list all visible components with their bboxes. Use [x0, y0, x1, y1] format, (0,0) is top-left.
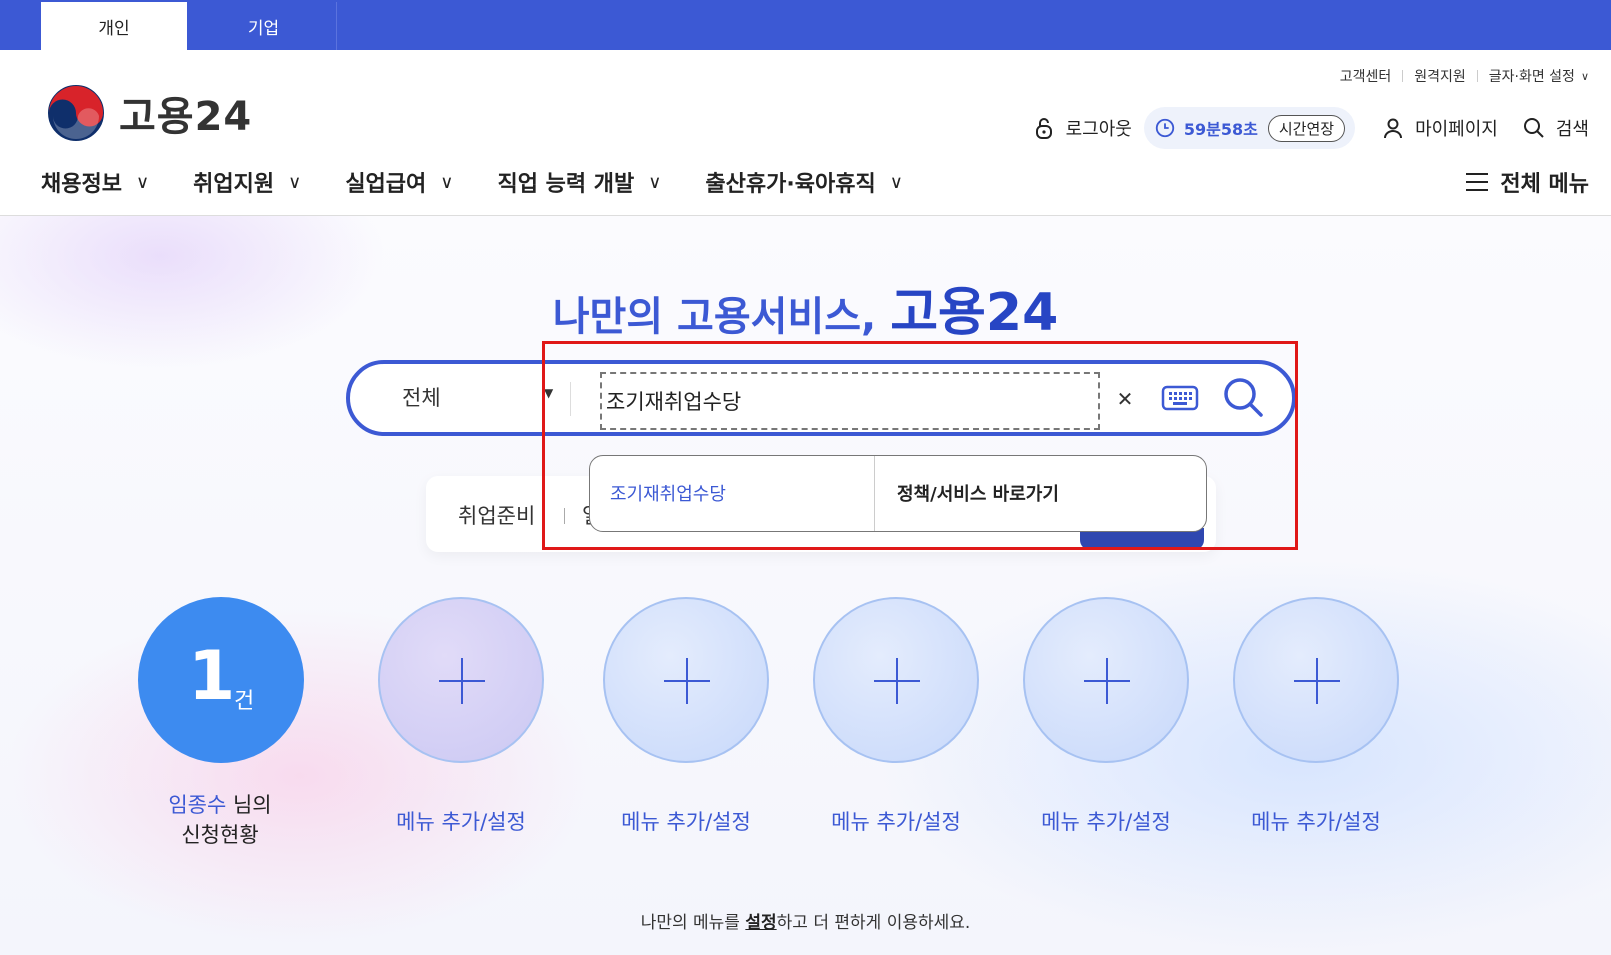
autocomplete-suggestion[interactable]: 조기재취업수당	[590, 456, 875, 531]
divider	[1476, 70, 1478, 82]
menu-slot-label[interactable]: 메뉴 추가/설정	[576, 806, 796, 836]
session-timer: 59분58초 시간연장	[1143, 107, 1356, 149]
search-label: 검색	[1555, 119, 1589, 140]
add-menu-slot-4[interactable]	[1023, 597, 1189, 763]
plus-icon	[874, 658, 920, 704]
utility-links: 고객센터 원격지원 글자·화면 설정 ∨	[1340, 66, 1589, 86]
hamburger-icon	[1466, 173, 1489, 191]
hero-title: 나만의 고용서비스, 고용24	[0, 270, 1611, 345]
chevron-down-icon: ∨	[648, 171, 662, 193]
autocomplete-dropdown: 조기재취업수당 정책/서비스 바로가기	[589, 455, 1207, 532]
chevron-down-icon: ∨	[440, 171, 454, 193]
header-search-button[interactable]: 검색	[1522, 115, 1589, 141]
logout-button[interactable]: 로그아웃	[1032, 115, 1132, 141]
status-label: 임종수 님의 신청현황	[110, 790, 330, 850]
logout-label: 로그아웃	[1065, 119, 1132, 140]
search-category-select[interactable]: 전체	[402, 382, 441, 412]
main-navigation: 채용정보 ∨ 취업지원 ∨ 실업급여 ∨ 직업 능력 개발 ∨ 출산휴가·육아휴직 ∨	[41, 166, 947, 198]
chevron-down-icon: ∨	[288, 171, 302, 193]
plus-icon	[439, 658, 485, 704]
main-search-box: 전체 ▼ ✕	[346, 360, 1296, 436]
search-icon	[1523, 118, 1544, 138]
hint-before: 나만의 메뉴를	[640, 913, 746, 933]
plus-icon	[664, 658, 710, 704]
nav-label: 출산휴가·육아휴직	[705, 172, 876, 197]
status-line2: 신청현황	[181, 823, 259, 847]
settings-link[interactable]: 설정	[745, 913, 776, 933]
status-suffix: 님의	[226, 793, 272, 817]
all-menu-label: 전체 메뉴	[1500, 172, 1589, 197]
all-menu-button[interactable]: 전체 메뉴	[1466, 166, 1589, 198]
top-bar: 개인 기업	[0, 0, 1611, 50]
mypage-label: 마이페이지	[1415, 119, 1498, 140]
clock-icon	[1155, 118, 1175, 138]
chevron-down-icon: ∨	[889, 171, 903, 193]
taegeuk-logo-icon	[46, 83, 106, 143]
add-menu-slot-5[interactable]	[1233, 597, 1399, 763]
user-icon	[1384, 118, 1403, 139]
application-status-circle[interactable]: 1 건	[138, 597, 304, 763]
plus-icon	[1084, 658, 1130, 704]
hero-title-prefix: 나만의 고용서비스,	[552, 294, 877, 340]
font-settings-link[interactable]: 글자·화면 설정	[1489, 66, 1575, 86]
nav-label: 실업급여	[345, 172, 427, 197]
tab-personal[interactable]: 개인	[41, 2, 187, 50]
tab-company[interactable]: 기업	[191, 2, 337, 50]
divider	[564, 508, 565, 524]
nav-item-unemployment-benefits[interactable]: 실업급여 ∨	[345, 166, 453, 198]
customer-center-link[interactable]: 고객센터	[1340, 66, 1392, 86]
logo-text: 고용24	[119, 94, 253, 140]
extend-session-button[interactable]: 시간연장	[1267, 114, 1346, 142]
add-menu-slot-3[interactable]	[813, 597, 979, 763]
remote-support-link[interactable]: 원격지원	[1414, 66, 1466, 86]
site-logo[interactable]: 고용24	[45, 82, 252, 144]
add-menu-slot-2[interactable]	[603, 597, 769, 763]
add-menu-slot-1[interactable]	[378, 597, 544, 763]
nav-item-employment-support[interactable]: 취업지원 ∨	[193, 166, 301, 198]
user-name: 임종수	[168, 793, 227, 817]
search-submit-icon[interactable]	[1220, 374, 1266, 420]
menu-slot-label[interactable]: 메뉴 추가/설정	[786, 806, 1006, 836]
mypage-button[interactable]: 마이페이지	[1381, 115, 1498, 141]
nav-item-jobs[interactable]: 채용정보 ∨	[41, 166, 149, 198]
menu-settings-hint: 나만의 메뉴를 설정하고 더 편하게 이용하세요.	[0, 908, 1611, 933]
lock-icon	[1035, 118, 1052, 139]
status-count: 1	[188, 637, 236, 716]
chevron-down-icon[interactable]: ∨	[1581, 70, 1589, 83]
nav-label: 직업 능력 개발	[497, 172, 635, 197]
status-unit: 건	[234, 689, 255, 714]
menu-slot-label[interactable]: 메뉴 추가/설정	[1206, 806, 1426, 836]
nav-label: 취업지원	[193, 172, 275, 197]
nav-label: 채용정보	[41, 172, 122, 197]
timer-value: 59분58초	[1183, 120, 1258, 139]
search-input[interactable]	[600, 372, 1100, 430]
chevron-down-icon: ∨	[135, 171, 150, 193]
keyboard-icon[interactable]	[1160, 378, 1200, 418]
hint-after: 하고 더 편하게 이용하세요.	[776, 913, 971, 933]
menu-slot-label[interactable]: 메뉴 추가/설정	[351, 806, 571, 836]
nav-item-skills-development[interactable]: 직업 능력 개발 ∨	[497, 166, 661, 198]
caret-down-icon[interactable]: ▼	[544, 386, 553, 400]
menu-slot-label[interactable]: 메뉴 추가/설정	[996, 806, 1216, 836]
quick-tag-job-prep[interactable]: 취업준비	[458, 500, 535, 530]
policy-shortcut-link[interactable]: 정책/서비스 바로가기	[875, 456, 1206, 531]
clear-icon[interactable]: ✕	[1110, 384, 1140, 414]
account-bar: 로그아웃 59분58초 시간연장 마이페이지 검색	[1032, 107, 1589, 149]
plus-icon	[1294, 658, 1340, 704]
hero-title-brand: 고용24	[890, 283, 1059, 343]
divider	[1402, 70, 1404, 82]
nav-item-parental-leave[interactable]: 출산휴가·육아휴직 ∨	[705, 166, 902, 198]
divider	[570, 382, 571, 416]
